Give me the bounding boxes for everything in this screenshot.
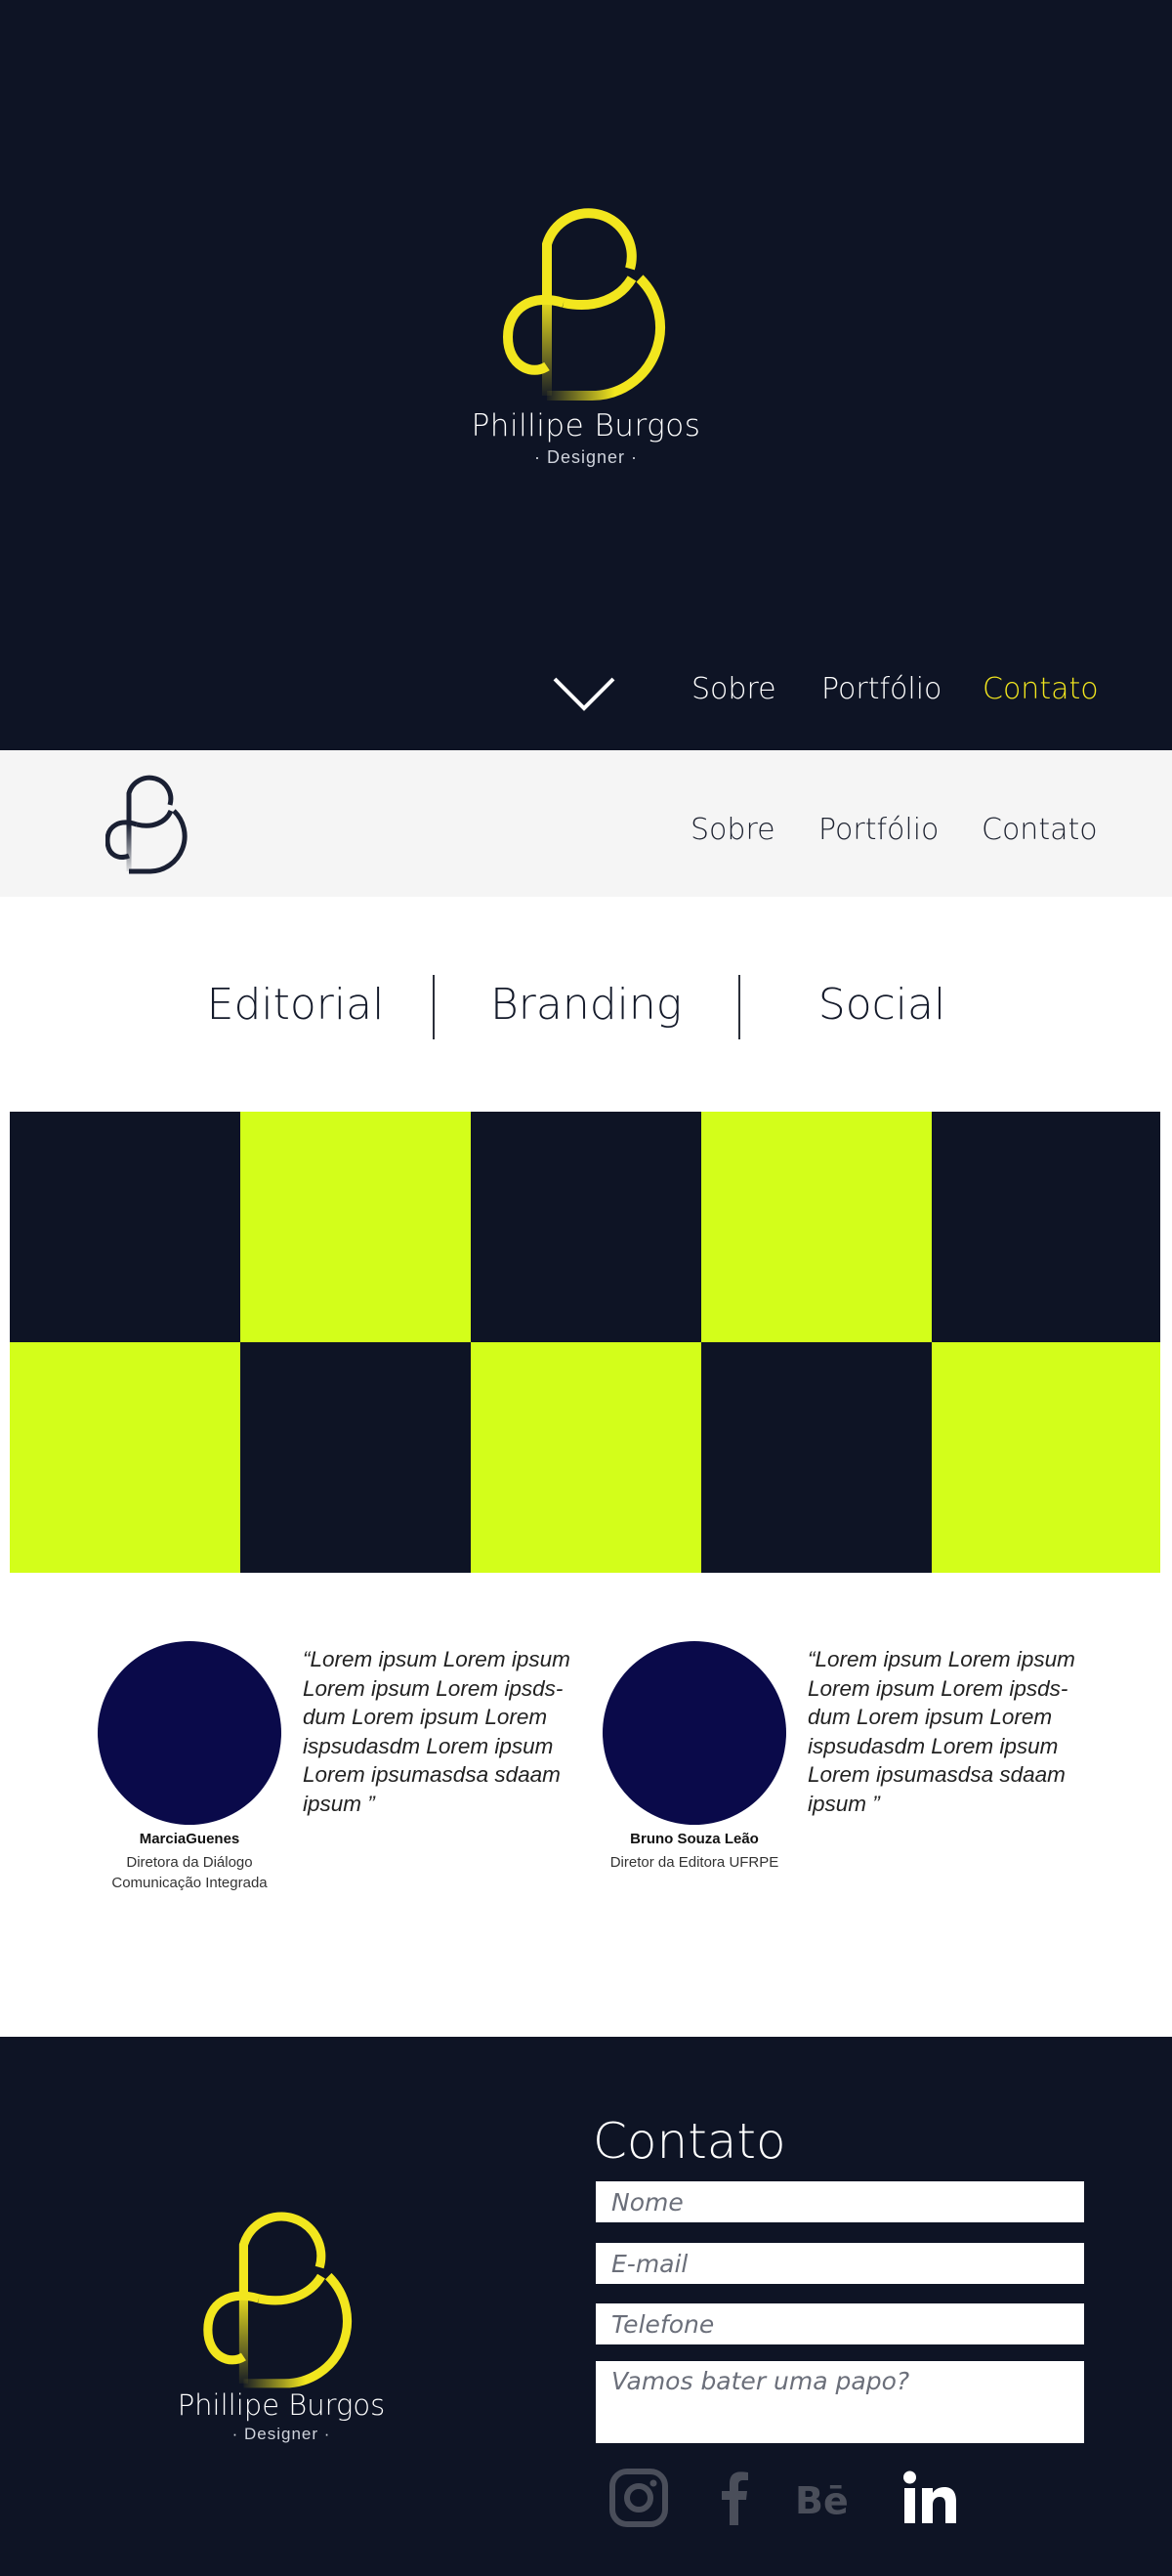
testimonial-quote: “Lorem ipsum Lorem ipsum Lorem ipsum Lor… — [303, 1647, 570, 1816]
portfolio-tile[interactable] — [932, 1342, 1160, 1573]
tab-divider — [738, 975, 740, 1039]
testimonial-author: MarciaGuenes — [139, 1831, 240, 1847]
email-field[interactable] — [596, 2243, 1084, 2284]
tab-editorial[interactable]: Editorial — [200, 980, 391, 1030]
testimonial-quote: “Lorem ipsum Lorem ipsum Lorem ipsum Lor… — [808, 1647, 1075, 1816]
portfolio-tile[interactable] — [10, 1112, 240, 1342]
header-nav-contato[interactable]: Contato — [982, 813, 1098, 847]
chevron-down-icon[interactable] — [552, 674, 616, 713]
header-logo-icon[interactable] — [105, 770, 189, 877]
portfolio-tile[interactable] — [240, 1112, 471, 1342]
pb-logo-icon — [503, 208, 666, 401]
tab-branding[interactable]: Branding — [490, 980, 682, 1030]
header-nav-sobre[interactable]: Sobre — [691, 813, 775, 847]
testimonial-author: Bruno Souza Leão — [630, 1831, 759, 1847]
linkedin-icon[interactable] — [899, 2467, 961, 2529]
phone-field[interactable] — [596, 2303, 1084, 2344]
footer-brand-name: Phillipe Burgos — [177, 2388, 386, 2422]
portfolio-tile[interactable] — [471, 1112, 701, 1342]
testimonial-role: Diretora da Diálogo — [126, 1854, 253, 1871]
behance-icon[interactable]: Bē — [793, 2467, 856, 2529]
avatar — [603, 1641, 786, 1825]
portfolio-tile[interactable] — [701, 1342, 932, 1573]
avatar — [98, 1641, 281, 1825]
portfolio-tile[interactable] — [240, 1342, 471, 1573]
site-footer: Phillipe Burgos · Designer · Contato Bē — [0, 2037, 1172, 2576]
facebook-icon[interactable] — [703, 2467, 766, 2529]
pb-logo-icon — [203, 2212, 353, 2388]
footer-brand-subtitle: · Designer · — [231, 2425, 331, 2443]
instagram-icon[interactable] — [607, 2467, 670, 2529]
hero-nav-portfolio[interactable]: Portfólio — [821, 672, 942, 706]
hero-brand-subtitle: · Designer · — [533, 447, 639, 467]
message-field[interactable] — [596, 2361, 1084, 2443]
svg-text:Bē: Bē — [795, 2479, 849, 2522]
hero-nav-contato[interactable]: Contato — [983, 672, 1099, 706]
testimonial-role: Comunicação Integrada — [111, 1875, 268, 1891]
contact-title: Contato — [593, 2113, 786, 2170]
name-field[interactable] — [596, 2181, 1084, 2222]
hero-nav-sobre[interactable]: Sobre — [691, 672, 776, 706]
portfolio-tile[interactable] — [10, 1342, 240, 1573]
hero-brand-name: Phillipe Burgos — [471, 408, 701, 443]
header-nav-portfolio[interactable]: Portfólio — [818, 813, 939, 847]
portfolio-tile[interactable] — [701, 1112, 932, 1342]
portfolio-tile[interactable] — [932, 1112, 1160, 1342]
tab-divider — [433, 975, 435, 1039]
hero-section: Phillipe Burgos · Designer · Sobre Portf… — [0, 0, 1172, 750]
testimonial-role: Diretor da Editora UFRPE — [609, 1854, 779, 1871]
portfolio-tile[interactable] — [471, 1342, 701, 1573]
tab-social[interactable]: Social — [799, 980, 965, 1030]
